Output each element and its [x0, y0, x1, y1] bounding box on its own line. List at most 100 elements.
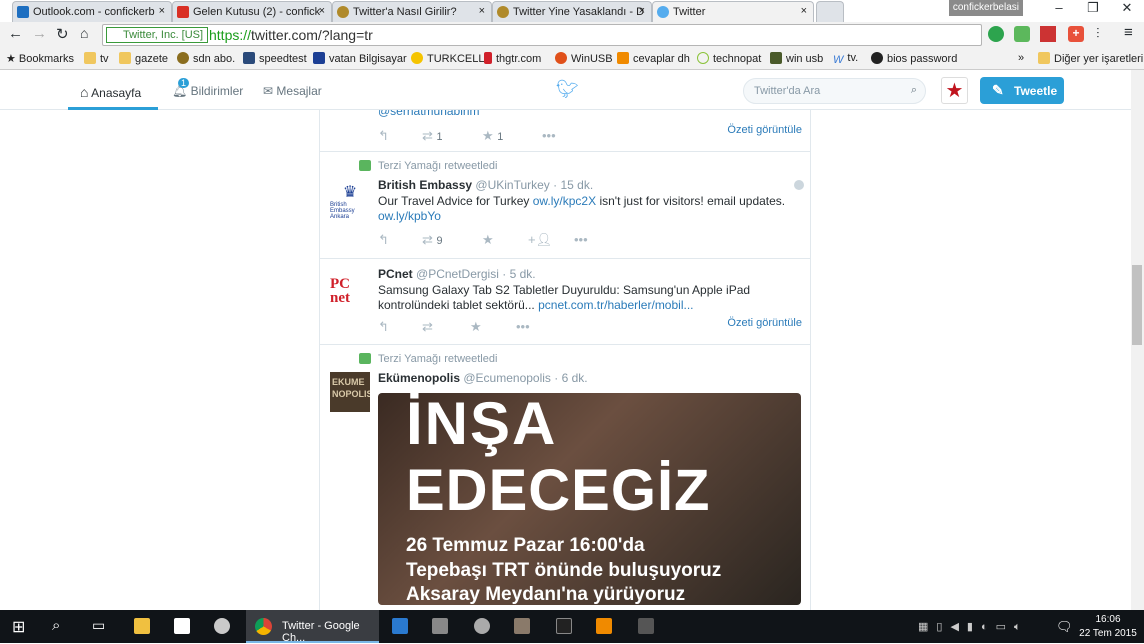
profile-name[interactable]: confickerbelasi — [948, 0, 1023, 16]
avatar[interactable]: PC net — [330, 273, 370, 313]
bookmark-item[interactable]: WinUSB — [555, 52, 613, 65]
ev-certificate-badge[interactable]: Twitter, Inc. [US] — [106, 27, 209, 43]
gmail-extension-icon[interactable] — [1040, 26, 1056, 42]
app-icon[interactable] — [392, 618, 408, 634]
taskbar-chrome-window[interactable]: Twitter - Google Ch... — [246, 610, 379, 644]
timestamp[interactable]: · 6 dk. — [554, 371, 587, 385]
search-icon[interactable]: ⌕ — [52, 617, 60, 634]
bookmark-item[interactable]: thgtr.com — [484, 52, 541, 65]
follow-icon[interactable]: +👤︎ — [528, 232, 552, 248]
link[interactable]: ow.ly/kpc2X — [533, 194, 596, 208]
tab-twitter[interactable]: Twitter × — [652, 1, 814, 22]
tweet[interactable]: Terzi Yamağı retweetledi EKUME NOPOLIS E… — [320, 345, 810, 610]
author-handle[interactable]: @UKinTurkey — [475, 178, 549, 192]
bookmark-item[interactable]: technopat — [697, 52, 761, 65]
link[interactable]: pcnet.com.tr/haberler/mobil... — [538, 298, 693, 312]
app-icon[interactable] — [514, 618, 530, 634]
bookmark-item[interactable]: gazete — [119, 52, 168, 65]
nav-notifications[interactable]: 🔔︎ 1 Bildirimler — [172, 78, 243, 98]
author-handle[interactable]: @Ecumenopolis — [463, 371, 551, 385]
windows-start-icon[interactable]: ⊞ — [12, 617, 25, 637]
author-name[interactable]: Ekümenopolis — [378, 371, 460, 385]
nav-messages[interactable]: ✉ Mesajlar — [263, 84, 322, 98]
timestamp[interactable]: · 5 dk. — [502, 267, 535, 281]
store-icon[interactable] — [174, 618, 190, 634]
bookmark-item[interactable]: Wtv. — [833, 52, 858, 66]
menu-icon[interactable]: ≡ — [1124, 24, 1133, 41]
tab-gmail[interactable]: Gelen Kutusu (2) - confick × — [172, 1, 332, 22]
retweet-icon[interactable]: ⇄ 9 — [422, 232, 443, 248]
tweet-media-image[interactable]: İNŞA EDECEGİZ 26 Temmuz Pazar 16:00'da T… — [378, 393, 801, 605]
link[interactable]: ow.ly/kpbYo — [378, 209, 441, 223]
tab-twitter-nasil[interactable]: Twitter'a Nasıl Girilir? × — [332, 1, 492, 22]
scrollbar-thumb[interactable] — [1132, 265, 1142, 345]
url-text[interactable]: https://twitter.com/?lang=tr — [209, 27, 373, 43]
mention-link[interactable]: @serhatmunabirim — [378, 110, 480, 118]
task-view-icon[interactable]: ▭ — [92, 617, 105, 634]
forward-icon[interactable]: → — [32, 25, 47, 42]
tab-twitter-yasak[interactable]: Twitter Yine Yasaklandı - D × — [492, 1, 652, 22]
reload-icon[interactable]: ↻ — [56, 25, 69, 43]
bookmarks-overflow-icon[interactable]: » — [1018, 52, 1024, 64]
file-explorer-icon[interactable] — [134, 618, 150, 634]
bookmark-item[interactable]: cevaplar dh — [617, 52, 690, 65]
tweet[interactable]: Terzi Yamağı retweetledi ♛ British Embass… — [320, 152, 810, 259]
avatar[interactable]: EKUME NOPOLIS — [330, 372, 370, 412]
favorite-icon[interactable]: ★ 1 — [482, 128, 503, 144]
home-icon[interactable]: ⌂ — [80, 25, 88, 41]
avatar[interactable]: ★ — [941, 77, 968, 104]
favorite-icon[interactable]: ★ — [482, 232, 494, 248]
more-icon[interactable]: ••• — [542, 128, 556, 143]
timestamp[interactable]: · 15 dk. — [553, 178, 593, 192]
equalizer-icon[interactable]: ⫶ — [1096, 25, 1100, 42]
bookmark-item[interactable]: bios password — [871, 52, 957, 65]
nav-home[interactable]: ⌂ Anasayfa — [80, 84, 141, 100]
other-bookmarks[interactable]: Diğer yer işaretleri — [1038, 52, 1143, 65]
system-tray-icons[interactable]: ▦▯◀▮◐▭🔈︎ — [918, 620, 1029, 634]
retweet-icon[interactable]: ⇄ 1 — [422, 128, 443, 144]
avatar[interactable]: ♛ British Embassy Ankara — [330, 182, 370, 222]
author-handle[interactable]: @PCnetDergisi — [416, 267, 499, 281]
minimize-button[interactable]: – — [1042, 0, 1076, 20]
author-name[interactable]: PCnet — [378, 267, 413, 281]
app-icon[interactable] — [638, 618, 654, 634]
more-icon[interactable]: ••• — [574, 232, 588, 247]
bookmark-item[interactable]: sdn abo. — [177, 52, 235, 65]
tweet[interactable]: PC net PCnet @PCnetDergisi · 5 dk. Samsu… — [320, 259, 810, 345]
tweet[interactable]: @serhatmunabirim ↰ ⇄ 1 ★ 1 ••• Özeti gör… — [320, 110, 810, 152]
reply-icon[interactable]: ↰ — [378, 232, 389, 248]
author-name[interactable]: British Embassy — [378, 178, 472, 192]
bookmark-item[interactable]: win usb — [770, 52, 823, 65]
view-summary-link[interactable]: Özeti görüntüle — [727, 317, 802, 329]
app-icon[interactable] — [474, 618, 490, 634]
close-button[interactable]: ✕ — [1110, 0, 1144, 20]
bookmark-item[interactable]: ★ Bookmarks — [6, 52, 74, 65]
adblock-icon[interactable] — [1014, 26, 1030, 42]
twitter-bird-icon[interactable]: 🐦︎ — [556, 79, 579, 100]
reply-icon[interactable]: ↰ — [378, 319, 389, 335]
app-icon[interactable] — [214, 618, 230, 634]
terminal-icon[interactable] — [556, 618, 572, 634]
favorite-icon[interactable]: ★ — [470, 319, 482, 335]
clock[interactable]: 16:06 22 Tem 2015 — [1078, 613, 1138, 641]
search-input[interactable]: Twitter'da Ara ⌕ — [743, 78, 926, 104]
tab-outlook[interactable]: Outlook.com - confickerb × — [12, 1, 172, 22]
app-icon[interactable] — [596, 618, 612, 634]
reply-icon[interactable]: ↰ — [378, 128, 389, 144]
bookmark-item[interactable]: TURKCELL — [411, 52, 484, 65]
close-tab-icon[interactable]: × — [801, 5, 807, 17]
address-bar[interactable]: Twitter, Inc. [US] https://twitter.com/?… — [102, 24, 982, 46]
back-icon[interactable]: ← — [8, 25, 23, 42]
new-tab-button[interactable] — [816, 1, 844, 22]
close-tab-icon[interactable]: × — [159, 5, 165, 17]
tweet-button[interactable]: ✎ Tweetle — [980, 77, 1064, 104]
bookmark-item[interactable]: vatan Bilgisayar — [313, 52, 407, 65]
more-icon[interactable]: ••• — [516, 319, 530, 334]
retweet-icon[interactable]: ⇄ — [422, 319, 433, 335]
extension-icon[interactable] — [988, 26, 1004, 42]
bookmark-item[interactable]: tv — [84, 52, 109, 65]
view-summary-link[interactable]: Özeti görüntüle — [727, 124, 802, 136]
notifications-icon[interactable]: 🗨︎ — [1056, 619, 1073, 635]
close-tab-icon[interactable]: × — [319, 5, 325, 17]
maximize-button[interactable]: ❐ — [1076, 0, 1110, 20]
